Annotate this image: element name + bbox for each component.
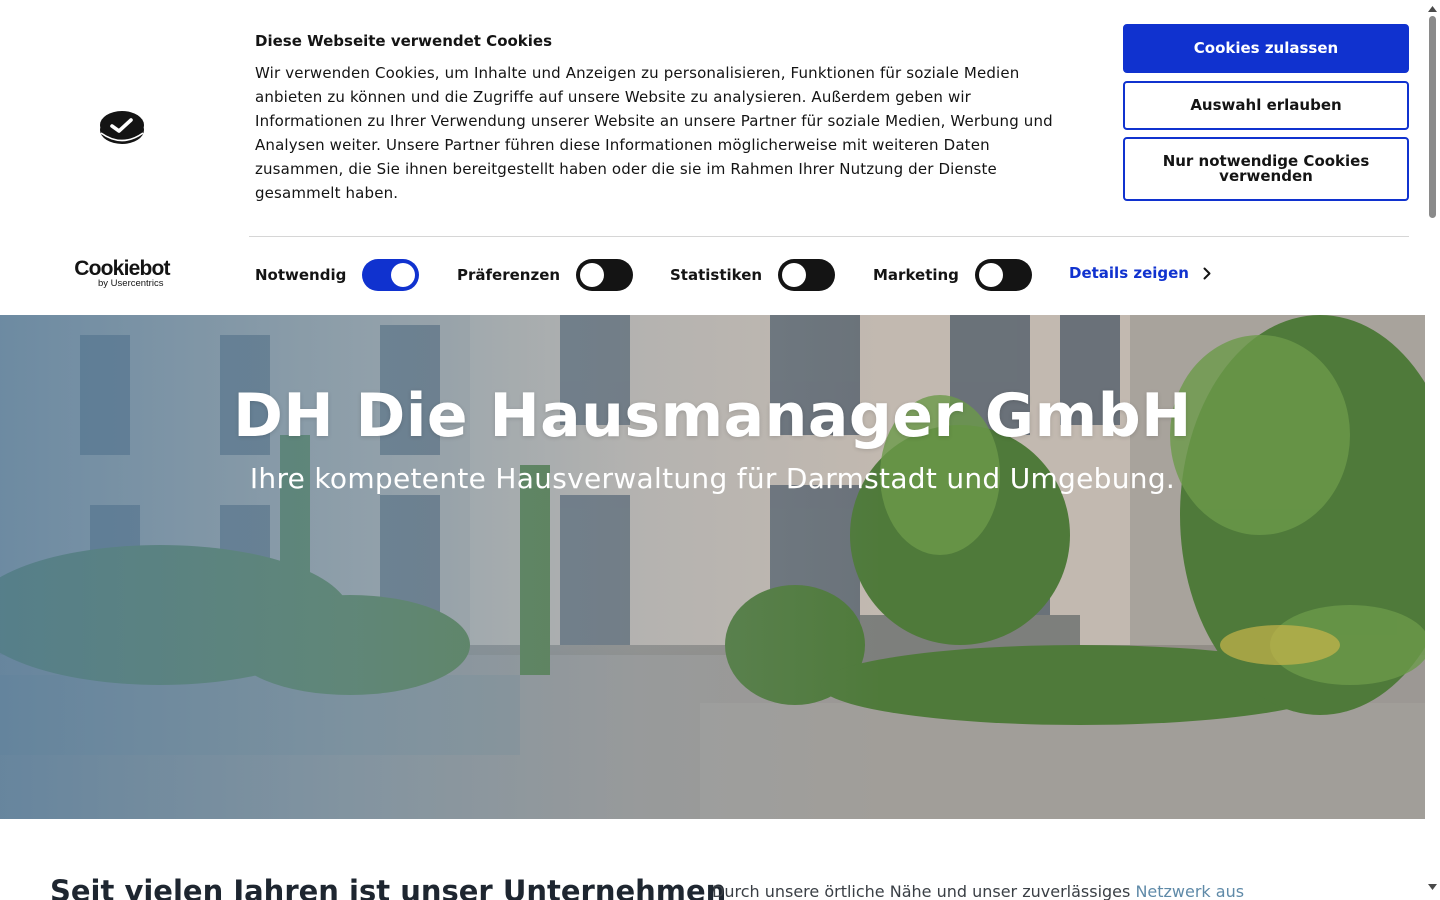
show-details-link[interactable]: Details zeigen bbox=[1069, 264, 1211, 282]
cookie-consent-banner: Cookiebot by Usercentrics Diese Webseite… bbox=[0, 0, 1425, 315]
toggle-switch-necessary[interactable] bbox=[362, 259, 420, 291]
page-scrollbar[interactable] bbox=[1425, 0, 1440, 900]
cookie-check-icon bbox=[100, 111, 144, 144]
toggle-label-statistics: Statistiken bbox=[670, 266, 763, 284]
hero-section: DH Die Hausmanager GmbH Ihre kompetente … bbox=[0, 315, 1425, 819]
cookiebot-wordmark: Cookiebot bbox=[74, 257, 170, 280]
hero-title: DH Die Hausmanager GmbH bbox=[233, 381, 1192, 451]
toggle-knob bbox=[391, 263, 416, 287]
chevron-right-icon bbox=[1203, 267, 1211, 279]
network-link[interactable]: Netzwerk aus bbox=[1135, 882, 1244, 900]
toggle-label-marketing: Marketing bbox=[873, 266, 959, 284]
consent-toggle-preferences: Präferenzen bbox=[457, 259, 634, 291]
consent-toggle-necessary: Notwendig bbox=[255, 259, 420, 291]
scrollbar-thumb[interactable] bbox=[1429, 16, 1436, 218]
toggle-switch-statistics[interactable] bbox=[778, 259, 836, 291]
show-details-label: Details zeigen bbox=[1069, 264, 1189, 282]
cookiebot-byline: by Usercentrics bbox=[98, 278, 164, 289]
intro-paragraph: Durch unsere örtliche Nähe und unser zuv… bbox=[712, 882, 1244, 900]
triangle-down-icon[interactable] bbox=[1428, 884, 1437, 890]
consent-toggle-marketing: Marketing bbox=[873, 259, 1032, 291]
cookiebot-brand: Cookiebot by Usercentrics bbox=[68, 258, 176, 289]
cookie-banner-title: Diese Webseite verwendet Cookies bbox=[255, 32, 553, 50]
allow-all-cookies-button[interactable]: Cookies zulassen bbox=[1123, 24, 1409, 73]
toggle-switch-preferences[interactable] bbox=[576, 259, 634, 291]
toggle-knob bbox=[782, 263, 807, 287]
toggle-knob bbox=[580, 263, 605, 287]
intro-heading: Seit vielen Jahren ist unser Unternehmen bbox=[50, 874, 727, 900]
necessary-cookies-only-button[interactable]: Nur notwendige Cookies verwenden bbox=[1123, 137, 1409, 201]
intro-text: Durch unsere örtliche Nähe und unser zuv… bbox=[712, 882, 1136, 900]
toggle-label-preferences: Präferenzen bbox=[457, 266, 561, 284]
cookie-banner-divider bbox=[249, 236, 1409, 237]
hero-subtitle: Ihre kompetente Hausverwaltung für Darms… bbox=[249, 462, 1176, 495]
toggle-label-necessary: Notwendig bbox=[255, 266, 347, 284]
triangle-up-icon[interactable] bbox=[1428, 6, 1437, 12]
allow-selection-button[interactable]: Auswahl erlauben bbox=[1123, 81, 1409, 130]
cookie-banner-description: Wir verwenden Cookies, um Inhalte und An… bbox=[255, 64, 1053, 202]
toggle-knob bbox=[978, 263, 1003, 287]
toggle-switch-marketing[interactable] bbox=[974, 259, 1032, 291]
consent-toggle-statistics: Statistiken bbox=[670, 259, 836, 291]
